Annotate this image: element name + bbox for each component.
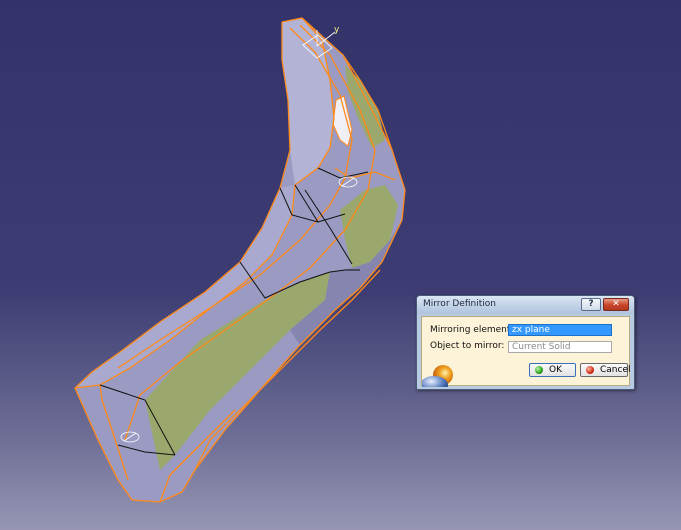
cancel-button[interactable]: Cancel — [580, 363, 631, 377]
mirroring-element-label: Mirroring element: — [430, 325, 514, 335]
dialog-title: Mirror Definition — [423, 299, 496, 309]
object-to-mirror-field[interactable]: Current Solid — [508, 341, 612, 353]
mirroring-element-field[interactable]: zx plane — [508, 324, 612, 336]
help-button[interactable]: ? — [581, 298, 601, 311]
dialog-body: Mirroring element: zx plane Object to mi… — [421, 316, 631, 387]
part-geometry[interactable]: y — [0, 0, 681, 530]
object-to-mirror-label: Object to mirror: — [430, 341, 505, 351]
ok-icon — [535, 366, 543, 374]
axis-label-y: y — [334, 25, 340, 35]
close-button[interactable]: ✕ — [603, 298, 629, 311]
ok-button[interactable]: OK — [529, 363, 576, 377]
cancel-icon — [586, 366, 594, 374]
cancel-button-label: Cancel — [600, 365, 631, 375]
ok-button-label: OK — [549, 365, 562, 375]
mirror-definition-dialog[interactable]: Mirror Definition ? ✕ Mirroring element:… — [416, 295, 635, 390]
dialog-titlebar[interactable]: Mirror Definition ? ✕ — [417, 296, 634, 314]
3d-viewport[interactable]: y — [0, 0, 681, 530]
catia-logo-icon — [422, 365, 453, 387]
